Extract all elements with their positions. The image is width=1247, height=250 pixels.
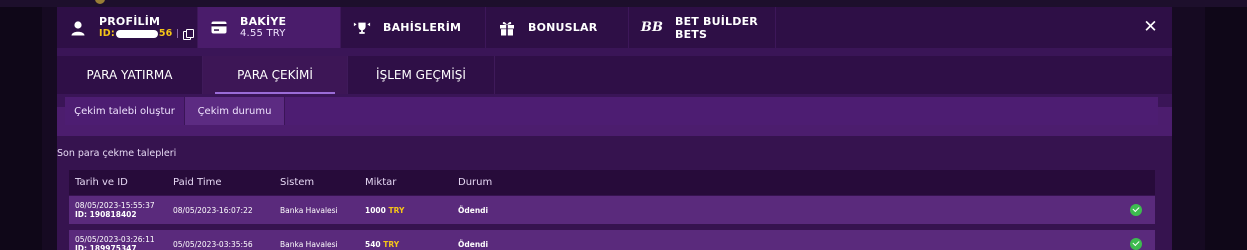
profile-id-suffix: 56 bbox=[158, 27, 173, 39]
bet-builder-logo-icon: BB bbox=[640, 20, 664, 35]
table-header: Tarih ve ID Paid Time Sistem Miktar Duru… bbox=[69, 170, 1155, 195]
tab-bonuses[interactable]: BONUSLAR bbox=[486, 7, 629, 48]
row-amount: 540 TRY bbox=[365, 240, 399, 249]
backdrop-right bbox=[1205, 0, 1247, 250]
row-date-id: 05/05/2023-03:26:11 ID: 189975347 bbox=[75, 235, 155, 250]
profile-label: PROFİLİM bbox=[99, 14, 161, 28]
main-tabs: PARA YATIRMA PARA ÇEKİMİ İŞLEM GEÇMİŞİ bbox=[57, 56, 1172, 94]
tab-profile[interactable]: PROFİLİM ID: 56 bbox=[57, 7, 198, 48]
row-paid-time: 05/05/2023-03:35:56 bbox=[173, 240, 253, 249]
row-amount-value: 1000 bbox=[365, 206, 386, 215]
profile-id-prefix: ID: bbox=[99, 27, 115, 39]
row-currency: TRY bbox=[388, 206, 405, 215]
crest-icon bbox=[95, 0, 105, 4]
sub-tabs: Çekim talebi oluştur Çekim durumu bbox=[65, 97, 1158, 125]
tab-balance[interactable]: BAKİYE 4.55 TRY bbox=[198, 7, 341, 48]
row-status: Ödendi bbox=[458, 206, 489, 215]
redaction-mark bbox=[115, 29, 158, 38]
row-system: Banka Havalesi bbox=[280, 206, 338, 215]
tab-create-withdrawal-request[interactable]: Çekim talebi oluştur bbox=[65, 97, 185, 125]
check-circle-icon bbox=[1130, 238, 1142, 250]
backdrop-top bbox=[0, 0, 1247, 7]
row-amount: 1000 TRY bbox=[365, 206, 404, 215]
row-id: ID: 190818402 bbox=[75, 210, 137, 219]
tab-my-bets[interactable]: BAHİSLERİM bbox=[341, 7, 486, 48]
tab-transaction-history[interactable]: İŞLEM GEÇMİŞİ bbox=[348, 56, 495, 94]
top-navigation: PROFİLİM ID: 56 BAKİYE 4.55 TRY BAHİSLER… bbox=[57, 7, 1172, 48]
check-circle-icon bbox=[1130, 204, 1142, 216]
header-status: Durum bbox=[458, 177, 493, 188]
row-currency: TRY bbox=[383, 240, 400, 249]
row-date: 05/05/2023-03:26:11 bbox=[75, 235, 155, 244]
section-title: Son para çekme talepleri bbox=[57, 148, 177, 159]
balance-amount: 4.55 TRY bbox=[240, 27, 286, 39]
table-row[interactable]: 05/05/2023-03:26:11 ID: 189975347 05/05/… bbox=[69, 230, 1155, 250]
header-amount: Miktar bbox=[365, 177, 397, 188]
table-row[interactable]: 08/05/2023-15:55:37 ID: 190818402 08/05/… bbox=[69, 196, 1155, 224]
user-icon bbox=[69, 19, 87, 37]
withdrawal-requests-section: Son para çekme talepleri Tarih ve ID Pai… bbox=[57, 136, 1172, 250]
gift-icon bbox=[498, 19, 516, 37]
row-id: ID: 189975347 bbox=[75, 244, 137, 250]
wallet-icon bbox=[210, 19, 228, 37]
bets-label: BAHİSLERİM bbox=[383, 21, 462, 34]
row-paid-time: 08/05/2023-16:07:22 bbox=[173, 206, 253, 215]
tab-withdrawal-status[interactable]: Çekim durumu bbox=[185, 97, 285, 125]
trophy-icon bbox=[353, 19, 371, 37]
header-system: Sistem bbox=[280, 177, 315, 188]
tab-bet-builder[interactable]: BB BET BUİLDER BETS bbox=[629, 7, 776, 48]
bet-builder-label: BET BUİLDER BETS bbox=[675, 14, 758, 41]
row-system: Banka Havalesi bbox=[280, 240, 338, 249]
copy-icon[interactable] bbox=[183, 28, 195, 40]
row-amount-value: 540 bbox=[365, 240, 381, 249]
row-date-id: 08/05/2023-15:55:37 ID: 190818402 bbox=[75, 201, 155, 219]
row-status: Ödendi bbox=[458, 240, 489, 249]
backdrop-left bbox=[0, 0, 42, 250]
account-modal: PROFİLİM ID: 56 BAKİYE 4.55 TRY BAHİSLER… bbox=[57, 7, 1172, 250]
profile-id: ID: 56 bbox=[99, 27, 195, 40]
header-paid-time: Paid Time bbox=[173, 177, 222, 188]
row-date: 08/05/2023-15:55:37 bbox=[75, 201, 155, 210]
balance-label: BAKİYE bbox=[240, 14, 287, 28]
bonuses-label: BONUSLAR bbox=[528, 21, 598, 34]
divider bbox=[177, 29, 179, 38]
header-date-id: Tarih ve ID bbox=[75, 177, 128, 188]
tab-withdrawal[interactable]: PARA ÇEKİMİ bbox=[203, 56, 348, 94]
close-button[interactable]: ✕ bbox=[1142, 19, 1159, 36]
tab-deposit[interactable]: PARA YATIRMA bbox=[57, 56, 203, 94]
